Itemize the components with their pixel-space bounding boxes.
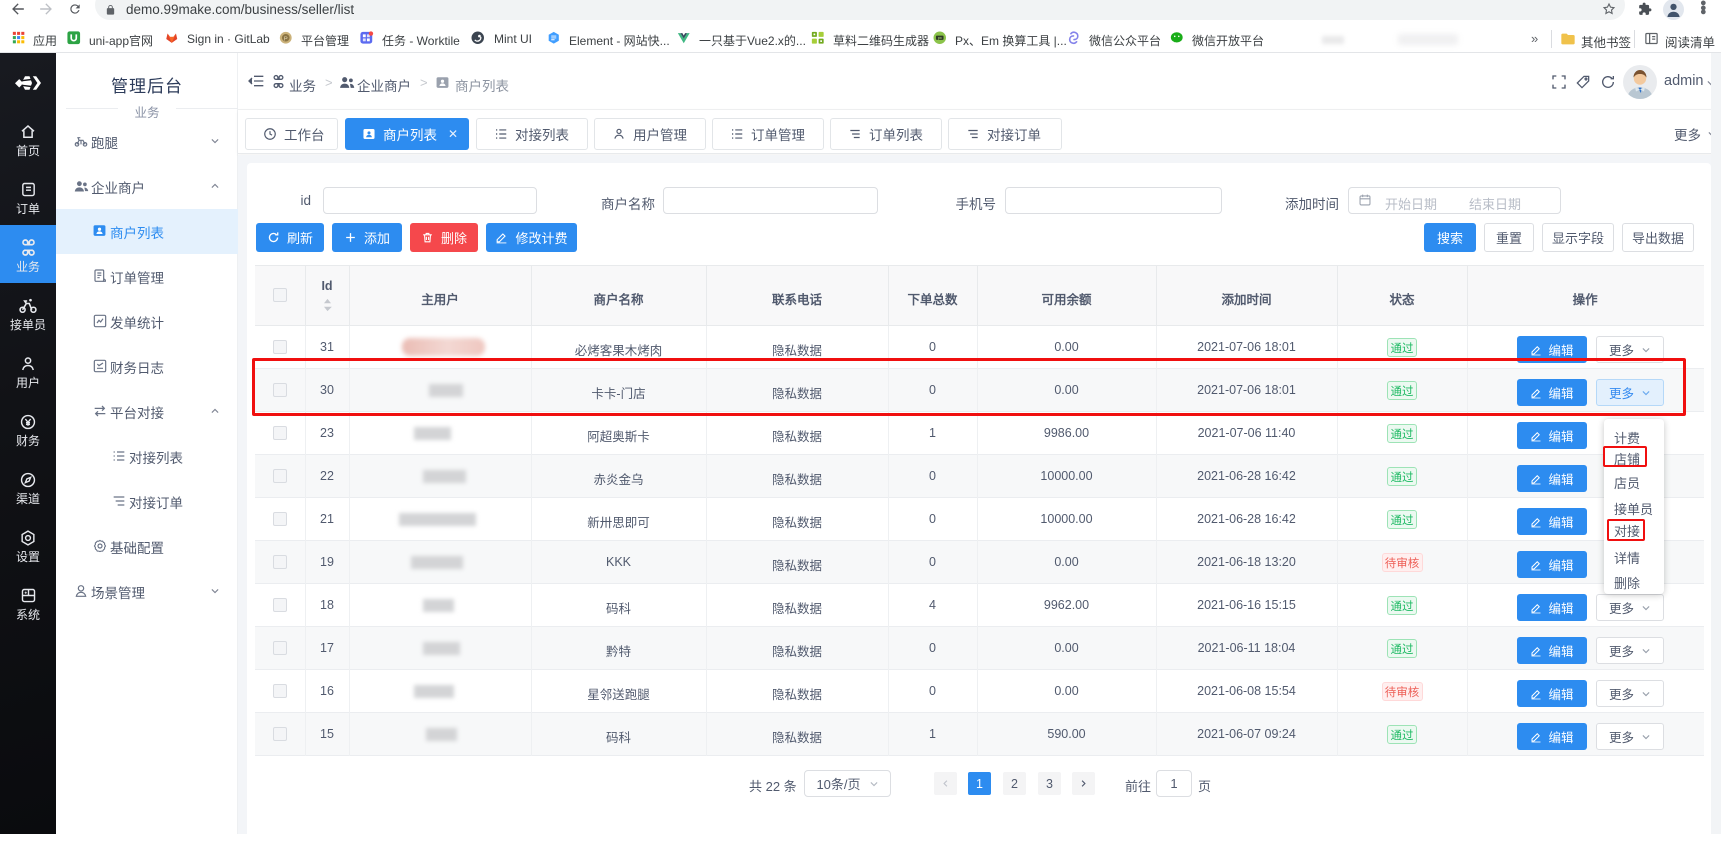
- svg-text:P: P: [284, 36, 288, 42]
- svg-text:px: px: [938, 36, 942, 40]
